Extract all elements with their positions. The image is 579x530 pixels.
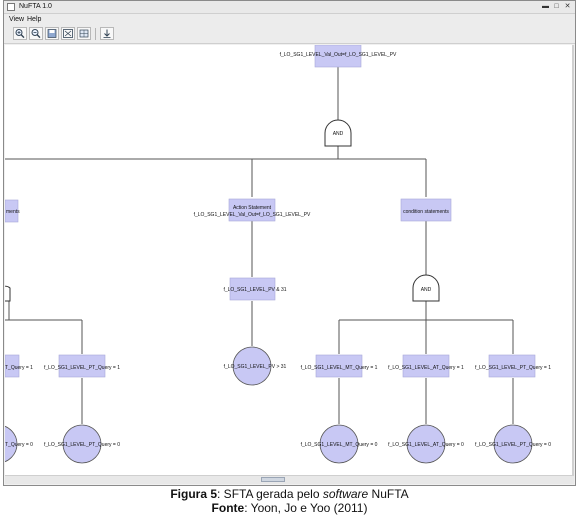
export-icon[interactable] xyxy=(100,27,114,40)
condition-statements-label: condition statements xyxy=(403,209,449,215)
and-gate-top-label: AND xyxy=(333,131,344,137)
vertical-scrollbar[interactable] xyxy=(572,45,574,477)
menu-help[interactable]: Help xyxy=(27,15,41,24)
figure-software-word: software xyxy=(322,487,369,501)
source-caption: Fonte: Yoon, Jo e Yoo (2011) xyxy=(0,501,579,515)
window-title: NuFTA 1.0 xyxy=(19,3,52,10)
top-event-label: f_LO_SG1_LEVEL_Val_Out=f_LO_SG1_LEVEL_PV xyxy=(280,52,397,58)
title-bar: NuFTA 1.0 ▬ □ ✕ xyxy=(4,1,575,14)
at-query-basic-label: f_LO_SG1_LEVEL_AT_Query = 0 xyxy=(388,442,464,448)
pv-event-label: f_LO_SG1_LEVEL_PV & 31 xyxy=(223,287,286,293)
menu-bar: View Help xyxy=(4,14,575,25)
source-text: : Yoon, Jo e Yoo (2011) xyxy=(244,501,368,515)
and-gate-left-partial[interactable] xyxy=(5,285,11,302)
pt-query-basic-label: f_LO_SG1_LEVEL_PT_Query = 0 xyxy=(475,442,551,448)
mt-query-box-label: f_LO_SG1_LEVEL_MT_Query = 1 xyxy=(301,365,378,371)
fit-icon[interactable] xyxy=(61,27,75,40)
close-icon[interactable]: ✕ xyxy=(563,2,572,11)
left-circle-1-label: T_Query = 0 xyxy=(5,442,33,448)
minimize-icon[interactable]: ▬ xyxy=(541,2,550,11)
save-icon[interactable] xyxy=(45,27,59,40)
toolbar xyxy=(4,25,575,44)
zoom-out-icon[interactable] xyxy=(29,27,43,40)
figure-text-1: : SFTA gerada pelo xyxy=(217,487,323,501)
action-statement-expr: f_LO_SG1_LEVEL_Val_Out=f_LO_SG1_LEVEL_PV xyxy=(194,212,311,218)
action-statement-title: Action Statement xyxy=(233,205,272,211)
toolbar-separator xyxy=(95,28,96,40)
zoom-in-icon[interactable] xyxy=(13,27,27,40)
left-box-1-label: T_Query = 1 xyxy=(5,365,33,371)
left-box-2-label: f_LO_SG1_LEVEL_PT_Query = 1 xyxy=(44,365,120,371)
menu-view[interactable]: View xyxy=(9,15,24,24)
source-label: Fonte xyxy=(211,501,245,515)
left-circle-2-label: f_LO_SG1_LEVEL_PT_Query = 0 xyxy=(44,442,120,448)
pt-query-box-label: f_LO_SG1_LEVEL_PT_Query = 1 xyxy=(475,365,551,371)
mt-query-basic-label: f_LO_SG1_LEVEL_MT_Query = 0 xyxy=(301,442,378,448)
window-controls: ▬ □ ✕ xyxy=(541,2,572,11)
horizontal-scrollbar[interactable] xyxy=(5,475,574,484)
partial-statement-label: ments xyxy=(6,209,20,215)
grid-icon[interactable] xyxy=(77,27,91,40)
at-query-box-label: f_LO_SG1_LEVEL_AT_Query = 1 xyxy=(388,365,464,371)
figure-caption: Figura 5: SFTA gerada pelo software NuFT… xyxy=(0,487,579,501)
figure-label: Figura 5 xyxy=(170,487,218,501)
and-gate-right-label: AND xyxy=(421,287,432,293)
app-icon xyxy=(7,3,15,11)
fault-tree-diagram: f_LO_SG1_LEVEL_Val_Out=f_LO_SG1_LEVEL_PV… xyxy=(5,45,551,464)
figure-text-2: NuFTA xyxy=(368,487,409,501)
app-window: NuFTA 1.0 ▬ □ ✕ View Help f_LO_SG1_LEVEL… xyxy=(3,0,576,486)
maximize-icon[interactable]: □ xyxy=(552,2,561,11)
pv-basic-label: f_LO_SG1_LEVEL_PV > 31 xyxy=(224,364,287,370)
tree-canvas[interactable]: f_LO_SG1_LEVEL_Val_Out=f_LO_SG1_LEVEL_PV… xyxy=(5,45,574,477)
horizontal-scroll-thumb[interactable] xyxy=(261,477,285,482)
